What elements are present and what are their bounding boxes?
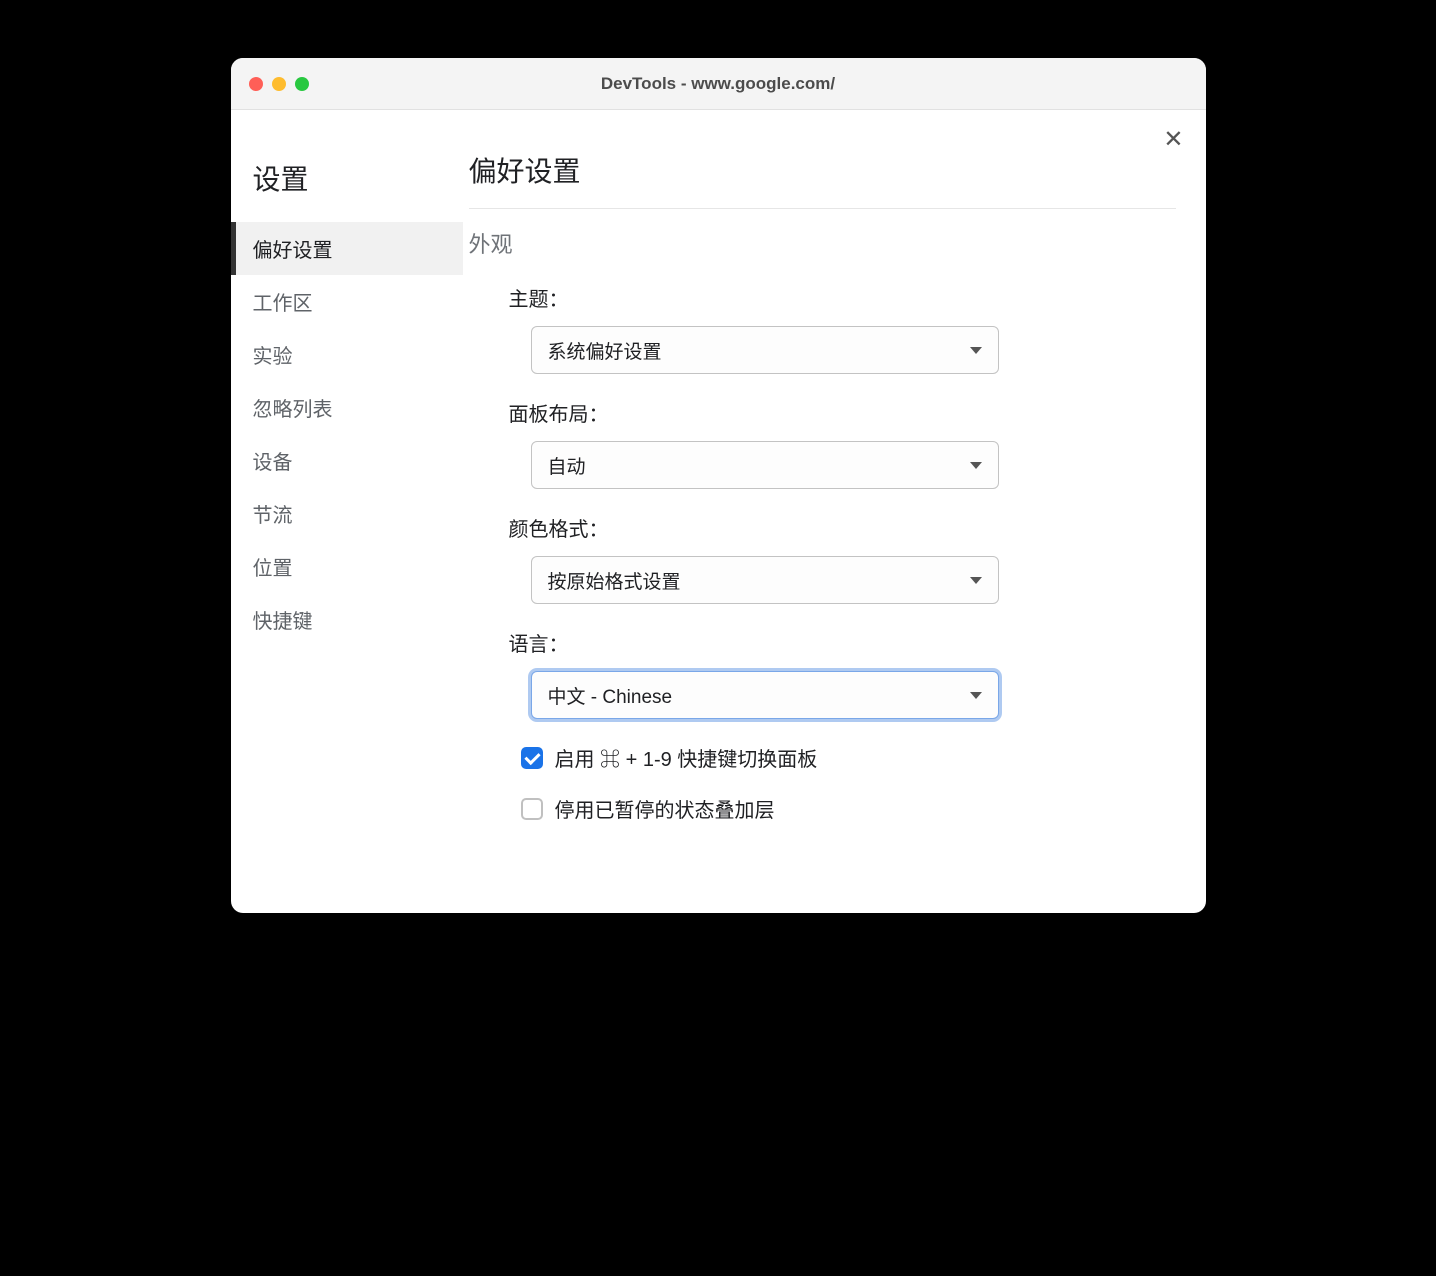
shortcut-checkbox-label: 启用 ⌘ + 1-9 快捷键切换面板 — [555, 743, 818, 772]
sidebar-item-throttling[interactable]: 节流 — [231, 487, 463, 540]
overlay-checkbox[interactable] — [521, 798, 543, 820]
chevron-down-icon — [970, 692, 982, 699]
chevron-down-icon — [970, 462, 982, 469]
language-value: 中文 - Chinese — [548, 682, 673, 709]
sidebar-item-label: 工作区 — [253, 293, 313, 315]
color-format-value: 按原始格式设置 — [548, 567, 681, 594]
chevron-down-icon — [970, 577, 982, 584]
sidebar-item-label: 节流 — [253, 505, 293, 527]
content-area: ✕ 设置 偏好设置 工作区 实验 忽略列表 设备 节流 位置 — [231, 110, 1206, 913]
sidebar-item-label: 偏好设置 — [253, 240, 333, 262]
sidebar-item-label: 设备 — [253, 452, 293, 474]
sidebar-item-experiments[interactable]: 实验 — [231, 328, 463, 381]
sidebar-item-devices[interactable]: 设备 — [231, 434, 463, 487]
devtools-settings-window: DevTools - www.google.com/ ✕ 设置 偏好设置 工作区… — [231, 58, 1206, 913]
color-format-label: 颜色格式： — [509, 513, 1176, 542]
shortcut-checkbox-row[interactable]: 启用 ⌘ + 1-9 快捷键切换面板 — [469, 743, 1176, 772]
overlay-checkbox-row[interactable]: 停用已暂停的状态叠加层 — [469, 794, 1176, 823]
theme-field: 主题： 系统偏好设置 — [469, 283, 1176, 374]
traffic-lights — [249, 77, 309, 91]
sidebar-item-label: 位置 — [253, 558, 293, 580]
color-format-field: 颜色格式： 按原始格式设置 — [469, 513, 1176, 604]
overlay-checkbox-label: 停用已暂停的状态叠加层 — [555, 794, 775, 823]
sidebar-item-ignore-list[interactable]: 忽略列表 — [231, 381, 463, 434]
language-field: 语言： 中文 - Chinese — [469, 628, 1176, 719]
chevron-down-icon — [970, 347, 982, 354]
settings-sidebar: 设置 偏好设置 工作区 实验 忽略列表 设备 节流 位置 快捷 — [231, 110, 463, 913]
sidebar-item-label: 快捷键 — [253, 611, 313, 633]
sidebar-item-locations[interactable]: 位置 — [231, 540, 463, 593]
main-panel: 偏好设置 外观 主题： 系统偏好设置 面板布局： 自动 — [463, 110, 1206, 913]
minimize-window-button[interactable] — [272, 77, 286, 91]
page-title: 偏好设置 — [469, 150, 1176, 209]
sidebar-item-shortcuts[interactable]: 快捷键 — [231, 593, 463, 646]
sidebar-title: 设置 — [231, 150, 463, 222]
theme-select[interactable]: 系统偏好设置 — [531, 326, 999, 374]
color-format-select[interactable]: 按原始格式设置 — [531, 556, 999, 604]
layout-label: 面板布局： — [509, 398, 1176, 427]
language-label: 语言： — [509, 628, 1176, 657]
sidebar-item-workspace[interactable]: 工作区 — [231, 275, 463, 328]
sidebar-item-label: 实验 — [253, 346, 293, 368]
theme-label: 主题： — [509, 283, 1176, 312]
layout-select[interactable]: 自动 — [531, 441, 999, 489]
layout-field: 面板布局： 自动 — [469, 398, 1176, 489]
shortcut-checkbox[interactable] — [521, 747, 543, 769]
sidebar-item-label: 忽略列表 — [253, 399, 333, 421]
close-icon[interactable]: ✕ — [1163, 128, 1183, 152]
section-appearance: 外观 — [469, 227, 1176, 259]
language-select[interactable]: 中文 - Chinese — [531, 671, 999, 719]
window-title: DevTools - www.google.com/ — [231, 74, 1206, 94]
layout-value: 自动 — [548, 452, 586, 479]
sidebar-item-preferences[interactable]: 偏好设置 — [231, 222, 463, 275]
window-titlebar: DevTools - www.google.com/ — [231, 58, 1206, 110]
theme-value: 系统偏好设置 — [548, 337, 662, 364]
maximize-window-button[interactable] — [295, 77, 309, 91]
close-window-button[interactable] — [249, 77, 263, 91]
